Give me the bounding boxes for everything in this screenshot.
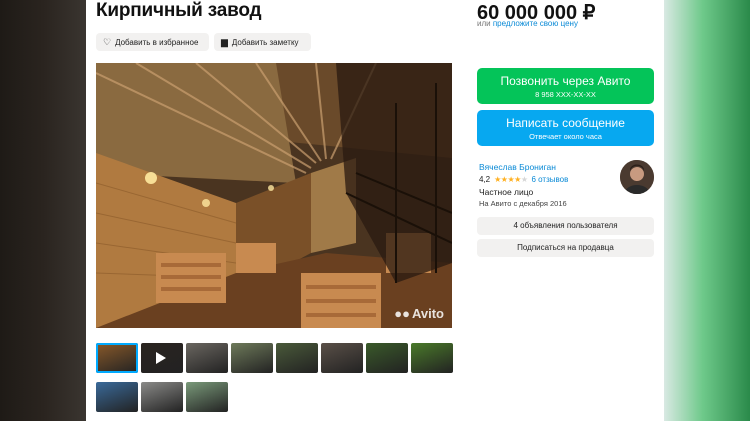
add-note-label: Добавить заметку [231, 37, 299, 47]
seller-name-link[interactable]: Вячеслав Брониган [479, 162, 556, 172]
add-to-favorites-label: Добавить в избранное [115, 37, 199, 47]
reviews-link[interactable]: 6 отзывов [531, 175, 568, 184]
photo-thumbnail[interactable] [231, 343, 273, 373]
video-thumbnail[interactable] [141, 343, 183, 373]
seller-rating: 4,2 ★★★★★ 6 отзывов [479, 175, 568, 184]
message-button[interactable]: Написать сообщение Отвечает около часа [477, 110, 654, 146]
main-photo[interactable]: ●● Avito [96, 63, 452, 328]
rating-value: 4,2 [479, 175, 491, 184]
call-button[interactable]: Позвонить через Авито 8 958 XXX-XX-XX [477, 68, 654, 104]
photo-thumbnail[interactable] [411, 343, 453, 373]
user-listings-button[interactable]: 4 объявления пользователя [477, 217, 654, 235]
photo-thumbnail[interactable] [366, 343, 408, 373]
offer-price-link[interactable]: предложите свою цену [493, 19, 578, 28]
photo-thumbnail[interactable] [186, 343, 228, 373]
photo-thumbnail[interactable] [96, 382, 138, 412]
seller-avatar[interactable] [620, 160, 654, 194]
price-or-text: или [477, 19, 491, 28]
note-icon: ▆ [221, 36, 228, 47]
photo-thumbnail[interactable] [141, 382, 183, 412]
message-button-subtext: Отвечает около часа [529, 132, 602, 141]
message-button-label: Написать сообщение [506, 116, 625, 130]
rating-stars: ★★★★★ [494, 175, 528, 184]
blurred-background-left [0, 0, 86, 421]
photo-thumbnail[interactable] [96, 343, 138, 373]
listing-title: Кирпичный завод [96, 0, 262, 21]
add-note-button[interactable]: ▆ Добавить заметку [214, 33, 311, 51]
heart-icon: ♡ [103, 36, 112, 47]
add-to-favorites-button[interactable]: ♡ Добавить в избранное [96, 33, 209, 51]
factory-interior-image [96, 63, 452, 328]
seller-since: На Авито с декабря 2016 [479, 199, 567, 208]
avito-watermark: ●● Avito [394, 306, 444, 321]
call-button-phone: 8 958 XXX-XX-XX [535, 90, 596, 99]
listing-card: Кирпичный завод ♡ Добавить в избранное ▆… [86, 0, 664, 421]
price-subtext: или предложите свою цену [477, 19, 578, 28]
watermark-text: Avito [411, 306, 444, 321]
blurred-background-right [664, 0, 750, 421]
photo-thumbnail[interactable] [186, 382, 228, 412]
avatar-image [620, 160, 654, 194]
photo-thumbnail[interactable] [321, 343, 363, 373]
photo-thumbnail[interactable] [276, 343, 318, 373]
subscribe-seller-button[interactable]: Подписаться на продавца [477, 239, 654, 257]
call-button-label: Позвонить через Авито [500, 74, 631, 88]
play-icon [156, 352, 166, 364]
avito-logo-icon: ●● [394, 306, 410, 321]
seller-type: Частное лицо [479, 187, 534, 197]
